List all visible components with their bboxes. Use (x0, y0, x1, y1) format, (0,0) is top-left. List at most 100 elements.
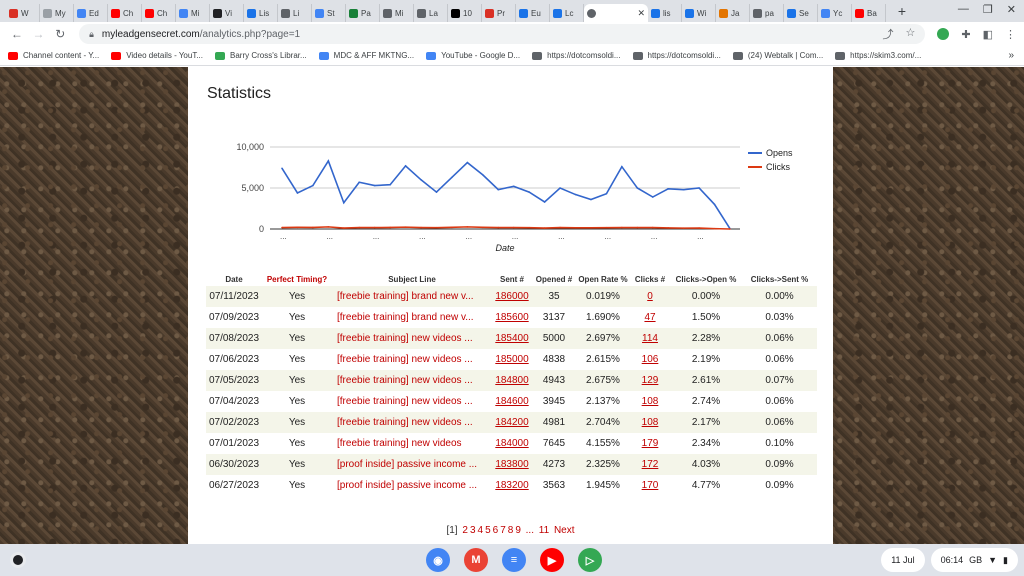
cell-sent-link[interactable]: 185400 (492, 328, 532, 349)
restore-icon[interactable]: ❐ (983, 3, 993, 16)
browser-tab[interactable]: Mi (380, 4, 414, 22)
reload-icon[interactable]: ↻ (51, 27, 69, 41)
browser-tab[interactable]: Lis (244, 4, 278, 22)
cell-subject-link[interactable]: [freebie training] brand new v... (332, 307, 492, 328)
extension-icon[interactable] (937, 28, 950, 40)
back-icon[interactable]: ← (8, 27, 26, 41)
browser-tab[interactable]: Ed (74, 4, 108, 22)
bookmark-item[interactable]: MDC & AFF MKTNG... (318, 51, 414, 60)
forward-icon[interactable]: → (30, 27, 48, 41)
cell-sent-link[interactable]: 184200 (492, 412, 532, 433)
browser-tab[interactable]: Wi (682, 4, 716, 22)
cell-clicks-link[interactable]: 129 (630, 370, 670, 391)
bookmark-item[interactable]: Barry Cross's Librar... (215, 51, 307, 60)
menu-icon[interactable]: ⋮ (1005, 28, 1016, 41)
browser-tab[interactable]: pa (750, 4, 784, 22)
bookmark-item[interactable]: YouTube - Google D... (426, 51, 520, 60)
page-link[interactable]: 2 (462, 525, 468, 536)
cell-sent-link[interactable]: 186000 (492, 286, 532, 307)
cell-clicks-link[interactable]: 114 (630, 328, 670, 349)
browser-tab[interactable]: Ch (108, 4, 142, 22)
cell-sent-link[interactable]: 185000 (492, 349, 532, 370)
cell-subject-link[interactable]: [freebie training] new videos ... (332, 391, 492, 412)
bookmark-item[interactable]: https://dotcomsoldi... (632, 51, 721, 60)
close-tab-icon[interactable]: ✕ (637, 8, 645, 19)
cell-sent-link[interactable]: 184000 (492, 433, 532, 454)
lock-icon[interactable]: 🔒︎ (89, 29, 94, 40)
browser-tab[interactable]: Pr (482, 4, 516, 22)
cell-clicks-link[interactable]: 108 (630, 391, 670, 412)
cell-subject-link[interactable]: [freebie training] brand new v... (332, 286, 492, 307)
bookmark-item[interactable]: https://skim3.com/... (835, 51, 921, 60)
browser-tab[interactable]: Li (278, 4, 312, 22)
page-next-link[interactable]: Next (554, 525, 575, 536)
cell-subject-link[interactable]: [freebie training] new videos ... (332, 370, 492, 391)
browser-tab[interactable]: Lc (550, 4, 584, 22)
cell-sent-link[interactable]: 185600 (492, 307, 532, 328)
cell-sent-link[interactable]: 184600 (492, 391, 532, 412)
browser-tab[interactable]: lis (648, 4, 682, 22)
page-link[interactable]: 7 (500, 525, 506, 536)
bookmark-star-icon[interactable]: ☆ (906, 26, 916, 42)
col-perfect-timing[interactable]: Perfect Timing? (262, 272, 332, 286)
browser-tab[interactable]: My (40, 4, 74, 22)
play-store-app-icon[interactable]: ▷ (578, 548, 602, 572)
cell-clicks-link[interactable]: 170 (630, 475, 670, 496)
browser-tab[interactable]: St (312, 4, 346, 22)
date-pill[interactable]: 11 Jul (881, 548, 925, 572)
browser-tab[interactable]: Ba (852, 4, 886, 22)
browser-tab[interactable]: Eu (516, 4, 550, 22)
cell-subject-link[interactable]: [proof inside] passive income ... (332, 475, 492, 496)
browser-tab[interactable]: W (6, 4, 40, 22)
bookmark-item[interactable]: Channel content - Y... (8, 51, 99, 60)
status-pill[interactable]: 06:14 GB ▼ ▮ (930, 548, 1018, 572)
cell-sent-link[interactable]: 183200 (492, 475, 532, 496)
minimize-icon[interactable]: — (958, 3, 969, 16)
extensions-puzzle-icon[interactable]: ✚ (961, 28, 970, 41)
browser-tab[interactable]: Yc (818, 4, 852, 22)
cell-sent-link[interactable]: 184800 (492, 370, 532, 391)
youtube-app-icon[interactable]: ▶ (540, 548, 564, 572)
cell-clicks-link[interactable]: 179 (630, 433, 670, 454)
new-tab-button[interactable]: + (894, 3, 910, 19)
chrome-app-icon[interactable]: ◉ (426, 548, 450, 572)
page-link[interactable]: 4 (478, 525, 484, 536)
browser-tab[interactable]: 10 (448, 4, 482, 22)
page-link[interactable]: 3 (470, 525, 476, 536)
page-link[interactable]: 9 (515, 525, 521, 536)
cell-sent-link[interactable]: 183800 (492, 454, 532, 475)
page-link[interactable]: 6 (493, 525, 499, 536)
bookmark-item[interactable]: Video details - YouT... (111, 51, 203, 60)
cell-clicks-link[interactable]: 172 (630, 454, 670, 475)
tab-active[interactable]: ✕ (584, 4, 648, 22)
cell-clicks-link[interactable]: 0 (630, 286, 670, 307)
browser-tab[interactable]: La (414, 4, 448, 22)
cell-clicks-link[interactable]: 106 (630, 349, 670, 370)
browser-tab[interactable]: Pa (346, 4, 380, 22)
share-icon[interactable]: ⤴ (883, 26, 894, 42)
browser-tab[interactable]: Ch (142, 4, 176, 22)
bookmarks-overflow-button[interactable]: » (1008, 50, 1014, 61)
cell-subject-link[interactable]: [freebie training] new videos ... (332, 328, 492, 349)
gmail-app-icon[interactable]: M (464, 548, 488, 572)
side-panel-icon[interactable]: ◧ (983, 28, 993, 41)
browser-tab[interactable]: Ja (716, 4, 750, 22)
address-bar[interactable]: 🔒︎ myleadgensecret.com/analytics.php?pag… (79, 24, 926, 44)
browser-tab[interactable]: Se (784, 4, 818, 22)
close-window-icon[interactable]: ✕ (1007, 3, 1016, 16)
page-link[interactable]: 8 (508, 525, 514, 536)
browser-tab[interactable]: Vi (210, 4, 244, 22)
launcher-button[interactable] (10, 552, 26, 568)
cell-subject-link[interactable]: [freebie training] new videos ... (332, 412, 492, 433)
cell-clicks-link[interactable]: 47 (630, 307, 670, 328)
bookmark-item[interactable]: (24) Webtalk | Com... (732, 51, 823, 60)
browser-tab[interactable]: Mi (176, 4, 210, 22)
cell-clicks-link[interactable]: 108 (630, 412, 670, 433)
page-link-last[interactable]: 11 (539, 525, 549, 536)
cell-subject-link[interactable]: [freebie training] new videos ... (332, 349, 492, 370)
page-link[interactable]: 5 (485, 525, 491, 536)
cell-subject-link[interactable]: [freebie training] new videos (332, 433, 492, 454)
cell-subject-link[interactable]: [proof inside] passive income ... (332, 454, 492, 475)
bookmark-item[interactable]: https://dotcomsoldi... (532, 51, 621, 60)
docs-app-icon[interactable]: ≡ (502, 548, 526, 572)
